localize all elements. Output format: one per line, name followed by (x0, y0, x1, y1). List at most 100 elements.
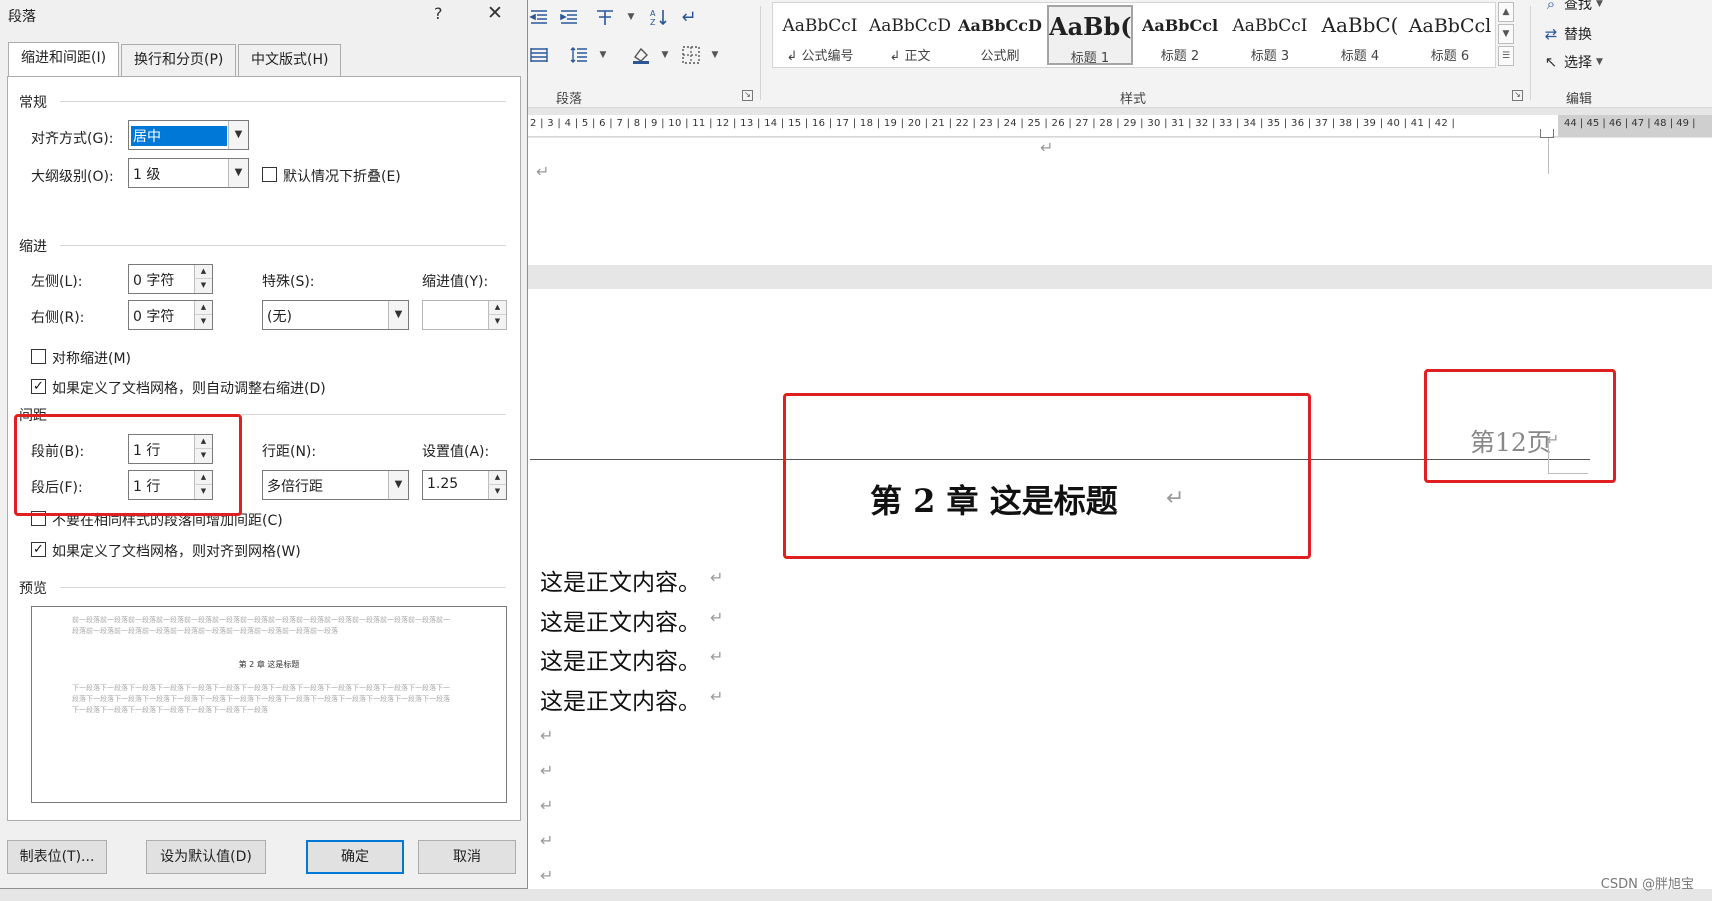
tab-asian-typography[interactable]: 中文版式(H) (238, 44, 342, 76)
tab-line-page-breaks[interactable]: 换行和分页(P) (121, 44, 237, 76)
special-indent-value: (无) (267, 309, 292, 325)
decrease-indent-icon[interactable] (526, 4, 552, 30)
style-preview: AaBb( (1049, 15, 1131, 39)
right-indent-spinner[interactable]: 0 字符 ▲ ▼ (128, 300, 213, 330)
paragraph-mark: ↵ (1040, 138, 1054, 157)
line-spacing-icon[interactable] (566, 42, 592, 68)
borders-icon[interactable] (678, 42, 704, 68)
style-preview: AaBbCcI (782, 17, 858, 35)
right-indent-value: 0 字符 (133, 309, 175, 325)
ok-button[interactable]: 确定 (306, 840, 404, 874)
chevron-down-icon[interactable]: ▼ (618, 4, 644, 30)
style-preview: AaBbCcD (869, 17, 951, 35)
chevron-down-icon[interactable]: ▼ (652, 42, 678, 68)
paragraph-mark: ↵ (540, 761, 554, 780)
style-item-selected[interactable]: AaBb( 标题 1 (1047, 5, 1133, 66)
mirror-indent-checkbox[interactable] (31, 349, 46, 364)
cursor-arrow-icon: ↖ (1544, 53, 1558, 71)
left-indent-spinner[interactable]: 0 字符 ▲ ▼ (128, 264, 213, 294)
spin-up-icon[interactable]: ▲ (488, 471, 506, 485)
gallery-more-icon[interactable]: ☰ (1498, 46, 1514, 66)
close-button[interactable]: ✕ (487, 2, 503, 24)
styles-dialog-launcher-icon[interactable]: ↘ (1512, 90, 1523, 101)
style-item[interactable]: AaBbCcD 公式刷 (957, 5, 1043, 65)
spin-up-icon[interactable]: ▲ (194, 265, 212, 279)
style-name: 公式刷 (980, 49, 1020, 64)
style-preview: AaBbC( (1321, 15, 1399, 35)
body-paragraph[interactable]: 这是正文内容。 (540, 642, 701, 676)
spin-down-icon[interactable]: ▼ (194, 315, 212, 329)
style-name: ↲ 正文 (889, 49, 931, 64)
spin-down-icon[interactable]: ▼ (194, 279, 212, 293)
alignment-label: 对齐方式(G): (31, 131, 114, 147)
gallery-scroll-down-icon[interactable]: ▼ (1498, 24, 1514, 44)
distributed-align-icon[interactable] (526, 42, 552, 68)
group-separator (1530, 6, 1531, 100)
alignment-value: 居中 (131, 126, 227, 146)
select-button[interactable]: ↖ 选择 ▼ (1542, 52, 1603, 72)
set-default-button[interactable]: 设为默认值(D) (146, 840, 266, 874)
line-spacing-at-value: 1.25 (427, 476, 459, 492)
spin-down-icon[interactable]: ▼ (488, 485, 506, 499)
show-marks-icon[interactable]: ↵ (676, 4, 702, 30)
increase-indent-icon[interactable] (556, 4, 582, 30)
page-bottom (0, 889, 1712, 901)
find-label: 查找 (1564, 0, 1592, 13)
style-item[interactable]: AaBbC( 标题 4 (1317, 5, 1403, 65)
tabs-button[interactable]: 制表位(T)... (7, 840, 107, 874)
body-paragraph[interactable]: 这是正文内容。 (540, 603, 701, 637)
chinese-layout-icon[interactable] (592, 4, 618, 30)
chevron-down-icon[interactable]: ▼ (590, 42, 616, 68)
auto-adjust-right-indent-label: 如果定义了文档网格，则自动调整右缩进(D) (52, 381, 326, 397)
style-item[interactable]: AaBbCcl 标题 2 (1137, 5, 1223, 65)
help-button[interactable]: ? (434, 4, 443, 23)
search-icon: ⌕ (1546, 0, 1556, 13)
paragraph-mark: ↵ (710, 647, 724, 666)
style-item[interactable]: AaBbCcl 标题 6 (1407, 5, 1493, 65)
spin-up-icon[interactable]: ▲ (194, 301, 212, 315)
preview-title: 第 2 章 这是标题 (238, 660, 300, 669)
body-paragraph[interactable]: 这是正文内容。 (540, 563, 701, 597)
tab-indent-spacing[interactable]: 缩进和间距(I) (8, 42, 120, 76)
shading-icon[interactable] (628, 42, 654, 68)
paragraph-mark: ↵ (540, 866, 554, 885)
alignment-select[interactable]: 居中 ▼ (128, 120, 249, 150)
right-indent-marker[interactable] (1540, 129, 1554, 138)
title-highlight-box (783, 393, 1311, 559)
collapse-checkbox[interactable] (262, 167, 277, 182)
line-spacing-select[interactable]: 多倍行距 ▼ (262, 470, 409, 500)
paragraph-mark: ↵ (536, 162, 550, 181)
special-indent-select[interactable]: (无) ▼ (262, 300, 409, 330)
snap-to-grid-checkbox[interactable]: ✓ (31, 542, 46, 557)
ruler-grey-numbers: 44 | 45 | 46 | 47 | 48 | 49 | (1564, 118, 1696, 129)
style-gallery: AaBbCcI ↲ 公式编号 AaBbCcD ↲ 正文 AaBbCcD 公式刷 … (772, 2, 1496, 68)
page-number-highlight-box (1424, 369, 1616, 483)
style-item[interactable]: AaBbCcI ↲ 公式编号 (777, 5, 863, 65)
cancel-button[interactable]: 取消 (418, 840, 516, 874)
gallery-scroll-up-icon[interactable]: ▲ (1498, 2, 1514, 22)
ruler-right-margin: 44 | 45 | 46 | 47 | 48 | 49 | (1558, 115, 1712, 137)
line-spacing-at-spinner[interactable]: 1.25 ▲ ▼ (422, 470, 507, 500)
style-item[interactable]: AaBbCcD ↲ 正文 (867, 5, 953, 65)
style-name: 标题 4 (1340, 49, 1380, 64)
replace-button[interactable]: ⇄ 替换 (1542, 24, 1592, 44)
outline-level-label: 大纲级别(O): (31, 169, 114, 185)
spin-up-icon[interactable]: ▲ (488, 301, 506, 315)
auto-adjust-right-indent-checkbox[interactable]: ✓ (31, 379, 46, 394)
outline-level-select[interactable]: 1 级 ▼ (128, 158, 249, 188)
section-divider (60, 587, 506, 588)
style-item[interactable]: AaBbCcI 标题 3 (1227, 5, 1313, 65)
body-paragraph[interactable]: 这是正文内容。 (540, 682, 701, 716)
paragraph-dialog-launcher-icon[interactable]: ↘ (742, 90, 753, 101)
line-spacing-at-label: 设置值(A): (422, 444, 490, 460)
preview-next-paragraph: 下一段落下一段落下一段落下一段落下一段落下一段落下一段落下一段落下一段落下一段落… (72, 684, 450, 714)
sort-icon[interactable]: AZ (646, 4, 672, 30)
collapse-label: 默认情况下折叠(E) (283, 169, 401, 185)
chevron-down-icon[interactable]: ▼ (702, 42, 728, 68)
select-label: 选择 (1564, 55, 1592, 71)
paragraph-preview: 前一段落前一段落前一段落前一段落前一段落前一段落前一段落前一段落前一段落前一段落… (31, 606, 507, 803)
find-button[interactable]: ⌕ 查找 ▼ (1542, 0, 1603, 14)
spin-down-icon[interactable]: ▼ (488, 315, 506, 329)
dialog-title: 段落 (8, 9, 36, 25)
indent-by-spinner[interactable]: ▲ ▼ (422, 300, 507, 330)
